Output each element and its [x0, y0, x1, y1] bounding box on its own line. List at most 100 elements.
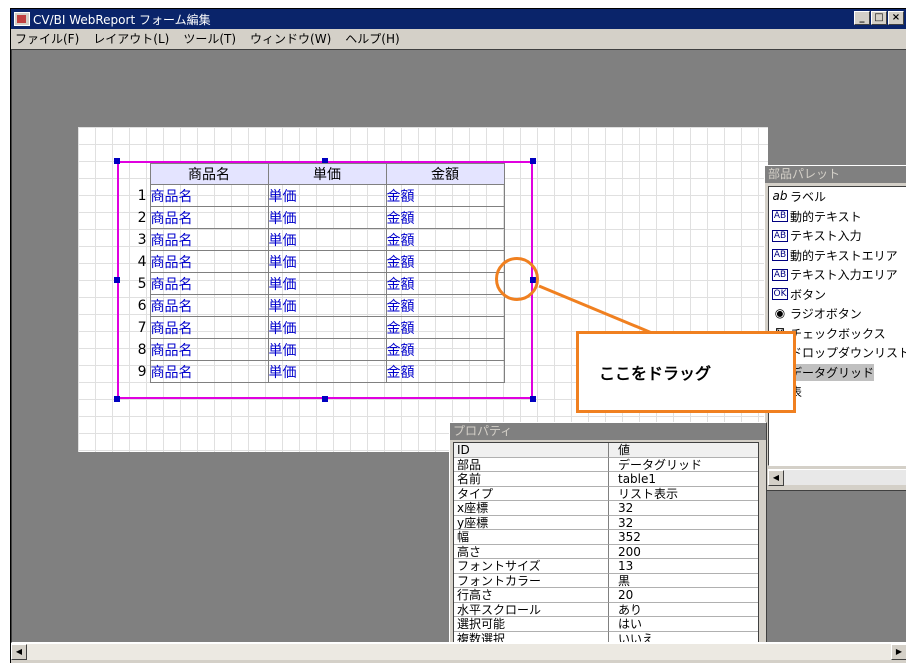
- property-row[interactable]: 幅 352: [454, 530, 758, 545]
- cell-unit-price[interactable]: 単価: [267, 338, 387, 361]
- palette-item-text-input[interactable]: AB テキスト入力: [772, 226, 906, 246]
- resize-handle-bl[interactable]: [114, 396, 120, 402]
- data-grid[interactable]: 商品名 単価 金額 1 商品名 単価 金額 2 商品名 単価 金額 3 商品名 …: [118, 163, 536, 383]
- maximize-button[interactable]: □: [871, 11, 887, 25]
- cell-amount[interactable]: 金額: [385, 316, 505, 339]
- palette-item-dynamic-textarea[interactable]: AB 動的テキストエリア: [772, 246, 906, 266]
- cell-product-name[interactable]: 商品名: [149, 206, 269, 229]
- window-title: CV/BI WebReport フォーム編集: [33, 12, 211, 27]
- row-tail: [504, 207, 536, 229]
- scroll-left-icon[interactable]: ◀: [11, 644, 27, 660]
- cell-product-name[interactable]: 商品名: [149, 360, 269, 383]
- cell-unit-price[interactable]: 単価: [267, 250, 387, 273]
- parts-palette-panel: 部品パレット ab ラベル AB 動的テキスト AB テキスト入力 AB 動的テキストエ…: [764, 165, 906, 491]
- menu-file[interactable]: ファイル(F): [15, 30, 79, 47]
- table-row: 9 商品名 単価 金額: [118, 360, 536, 383]
- palette-list[interactable]: ab ラベル AB 動的テキスト AB テキスト入力 AB 動的テキストエリア AB テキ…: [768, 186, 906, 466]
- row-tail: [504, 229, 536, 251]
- cell-amount[interactable]: 金額: [385, 272, 505, 295]
- palette-item-label[interactable]: ab ラベル: [772, 187, 906, 207]
- property-row[interactable]: 行高さ 20: [454, 588, 758, 603]
- row-number: 8: [137, 341, 147, 358]
- property-row[interactable]: y座標 32: [454, 515, 758, 530]
- palette-scrollbar[interactable]: ◀: [768, 469, 906, 486]
- cell-amount[interactable]: 金額: [385, 228, 505, 251]
- header-amount[interactable]: 金額: [385, 163, 505, 185]
- radio-icon: ◉: [774, 305, 786, 320]
- cell-unit-price[interactable]: 単価: [267, 272, 387, 295]
- table-row: 6 商品名 単価 金額: [118, 294, 536, 317]
- resize-handle-br[interactable]: [530, 396, 536, 402]
- property-row[interactable]: 複数選択 いいえ: [454, 631, 758, 642]
- callout-highlight-circle: [495, 257, 539, 301]
- cell-amount[interactable]: 金額: [385, 338, 505, 361]
- row-number: 2: [137, 209, 147, 226]
- row-tail: [504, 339, 536, 361]
- palette-item-dynamic-text[interactable]: AB 動的テキスト: [772, 207, 906, 227]
- property-row[interactable]: フォントサイズ 13: [454, 559, 758, 574]
- property-row[interactable]: 名前 table1: [454, 472, 758, 487]
- property-row[interactable]: x座標 32: [454, 501, 758, 516]
- minimize-button[interactable]: _: [854, 11, 870, 25]
- menu-tools[interactable]: ツール(T): [183, 30, 236, 47]
- cell-amount[interactable]: 金額: [385, 360, 505, 383]
- cell-product-name[interactable]: 商品名: [149, 294, 269, 317]
- row-tail: [504, 361, 536, 383]
- resize-handle-bc[interactable]: [322, 396, 328, 402]
- property-row[interactable]: 部品 データグリッド: [454, 457, 758, 472]
- row-number: 7: [137, 319, 147, 336]
- table-row: 8 商品名 単価 金額: [118, 338, 536, 361]
- table-row: 1 商品名 単価 金額: [118, 184, 536, 207]
- cell-product-name[interactable]: 商品名: [149, 338, 269, 361]
- label-icon: ab: [772, 188, 788, 203]
- properties-table[interactable]: ID 値 部品 データグリッド 名前 table1 タイプ リスト表示 x座標 32 y…: [453, 442, 759, 642]
- cell-amount[interactable]: 金額: [385, 294, 505, 317]
- property-row[interactable]: タイプ リスト表示: [454, 486, 758, 501]
- properties-panel: プロパティ ID 値 部品 データグリッド 名前 table1 タイプ リスト表示 x…: [449, 422, 767, 642]
- cell-amount[interactable]: 金額: [385, 184, 505, 207]
- cell-unit-price[interactable]: 単価: [267, 294, 387, 317]
- menu-layout[interactable]: レイアウト(L): [93, 30, 169, 47]
- grid-header-row: 商品名 単価 金額: [118, 163, 536, 185]
- callout-text: ここをドラッグ: [599, 364, 712, 383]
- cell-unit-price[interactable]: 単価: [267, 184, 387, 207]
- window-controls: _ □ ×: [853, 11, 904, 25]
- cell-product-name[interactable]: 商品名: [149, 272, 269, 295]
- menu-help[interactable]: ヘルプ(H): [345, 30, 399, 47]
- scroll-left-icon[interactable]: ◀: [768, 470, 784, 486]
- cell-unit-price[interactable]: 単価: [267, 316, 387, 339]
- palette-item-textarea-input[interactable]: AB テキスト入力エリア: [772, 265, 906, 285]
- palette-title: 部品パレット: [765, 166, 906, 183]
- table-row: 3 商品名 単価 金額: [118, 228, 536, 251]
- text-input-icon: AB: [772, 229, 788, 242]
- property-row[interactable]: 高さ 200: [454, 544, 758, 559]
- row-number: 4: [137, 253, 147, 270]
- cell-unit-price[interactable]: 単価: [267, 228, 387, 251]
- scroll-track[interactable]: [27, 644, 891, 660]
- menu-window[interactable]: ウィンドウ(W): [250, 30, 331, 47]
- header-product-name[interactable]: 商品名: [149, 163, 269, 185]
- header-unit-price[interactable]: 単価: [267, 163, 387, 185]
- palette-item-button[interactable]: OK ボタン: [772, 285, 906, 305]
- cell-amount[interactable]: 金額: [385, 250, 505, 273]
- row-tail: [504, 185, 536, 207]
- callout-box: ここをドラッグ: [576, 331, 796, 413]
- properties-header: ID 値: [454, 443, 758, 458]
- cell-product-name[interactable]: 商品名: [149, 228, 269, 251]
- property-row[interactable]: フォントカラー黒: [454, 573, 758, 588]
- table-row: 7 商品名 単価 金額: [118, 316, 536, 339]
- cell-amount[interactable]: 金額: [385, 206, 505, 229]
- horizontal-scrollbar[interactable]: ◀ ▶: [11, 643, 906, 660]
- scroll-right-icon[interactable]: ▶: [891, 644, 906, 660]
- cell-product-name[interactable]: 商品名: [149, 184, 269, 207]
- row-number: 5: [137, 275, 147, 292]
- menu-bar: ファイル(F) レイアウト(L) ツール(T) ウィンドウ(W) ヘルプ(H): [11, 29, 906, 48]
- property-row[interactable]: 水平スクロール あり: [454, 602, 758, 617]
- cell-unit-price[interactable]: 単価: [267, 206, 387, 229]
- palette-item-radio[interactable]: ◉ ラジオボタン: [772, 304, 906, 324]
- close-button[interactable]: ×: [888, 11, 904, 25]
- cell-product-name[interactable]: 商品名: [149, 250, 269, 273]
- cell-unit-price[interactable]: 単価: [267, 360, 387, 383]
- property-row[interactable]: 選択可能 はい: [454, 617, 758, 632]
- cell-product-name[interactable]: 商品名: [149, 316, 269, 339]
